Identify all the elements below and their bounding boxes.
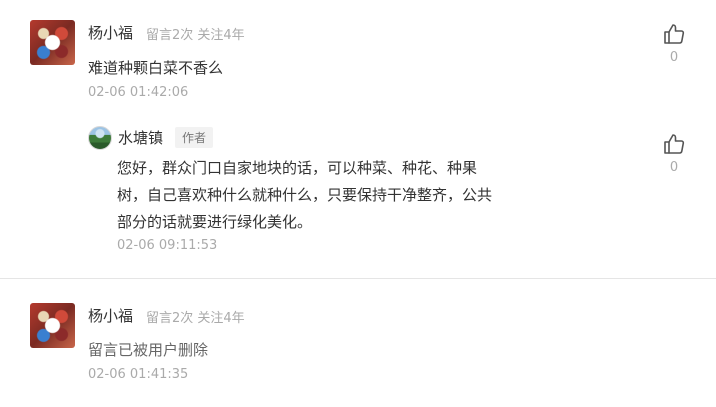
comment-time: 02-06 01:42:06 bbox=[88, 85, 189, 100]
comment-username[interactable]: 杨小福 bbox=[88, 22, 133, 43]
like-button[interactable]: 0 bbox=[662, 22, 686, 65]
divider bbox=[0, 278, 716, 279]
comment-username[interactable]: 杨小福 bbox=[88, 305, 133, 326]
thumbs-up-icon bbox=[662, 132, 686, 156]
like-count: 0 bbox=[669, 50, 679, 65]
reply-username[interactable]: 水塘镇 bbox=[118, 127, 163, 148]
reply-text-line: 部分的话就要进行绿化美化。 bbox=[117, 213, 313, 231]
author-badge: 作者 bbox=[175, 127, 214, 148]
like-count: 0 bbox=[669, 160, 679, 175]
comment-text: 难道种颗白菜不香么 bbox=[88, 59, 224, 77]
user-meta: 留言2次 关注4年 bbox=[146, 311, 245, 326]
like-button[interactable]: 0 bbox=[662, 132, 686, 175]
comment-time: 02-06 01:41:35 bbox=[88, 367, 189, 382]
avatar[interactable] bbox=[30, 20, 75, 65]
user-meta: 留言2次 关注4年 bbox=[146, 28, 245, 43]
thumbs-up-icon bbox=[662, 22, 686, 46]
reply-text-line: 您好，群众门口自家地块的话，可以种菜、种花、种果 bbox=[117, 159, 478, 177]
author-avatar[interactable] bbox=[88, 126, 112, 150]
comment-text: 留言已被用户删除 bbox=[88, 341, 209, 359]
reply-text-line: 树，自己喜欢种什么就种什么，只要保持干净整齐，公共 bbox=[117, 186, 493, 204]
reply-time: 02-06 09:11:53 bbox=[117, 238, 218, 253]
avatar[interactable] bbox=[30, 303, 75, 348]
